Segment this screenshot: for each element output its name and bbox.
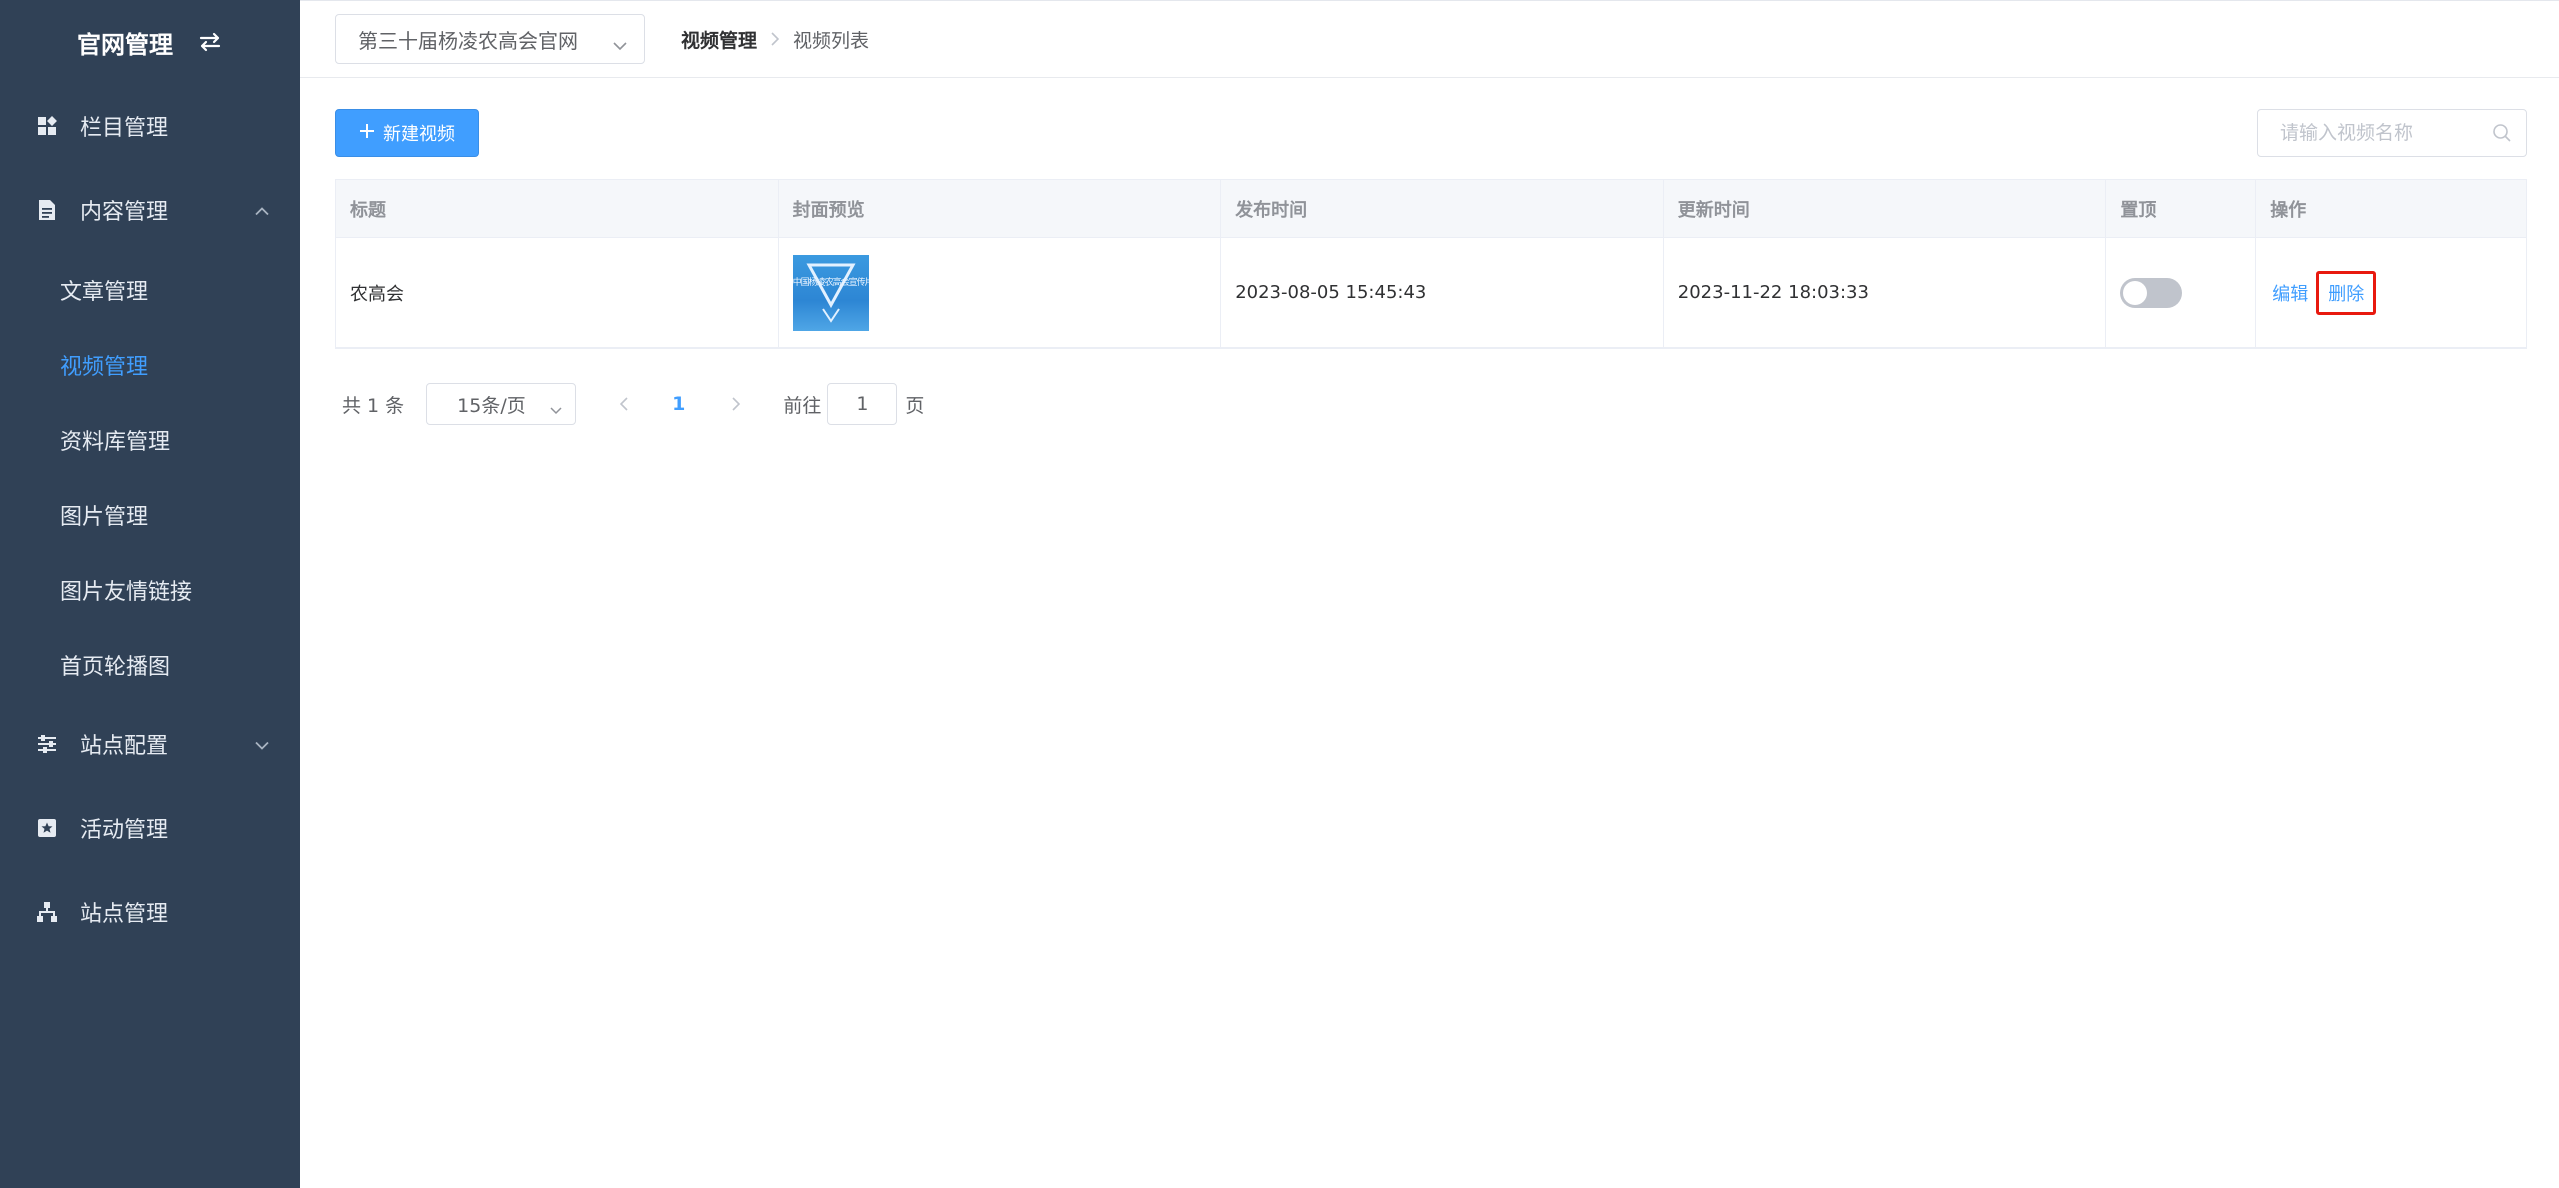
sidebar-item-library[interactable]: 资料库管理	[0, 402, 300, 477]
pinned-cell	[2106, 238, 2257, 347]
new-video-button[interactable]: 新建视频	[335, 109, 479, 157]
site-select[interactable]: 第三十届杨凌农高会官网	[335, 14, 645, 64]
sidebar-item-label: 内容管理	[80, 200, 169, 225]
sidebar-item-site-management[interactable]: 站点管理	[0, 870, 300, 954]
page-number[interactable]: 1	[672, 393, 685, 415]
goto-page-input[interactable]	[827, 383, 898, 425]
sidebar-item-label: 活动管理	[80, 818, 169, 843]
column-header: 封面预览	[779, 180, 1222, 237]
sidebar-item-articles[interactable]: 文章管理	[0, 252, 300, 327]
delete-highlight: 删除	[2316, 270, 2377, 315]
column-header: 标题	[336, 180, 779, 237]
search-box[interactable]	[2257, 109, 2527, 157]
sidebar-item-column-management[interactable]: 栏目管理	[0, 84, 300, 168]
search-icon[interactable]	[2492, 123, 2512, 147]
search-input[interactable]	[2280, 110, 2480, 156]
cover-thumbnail[interactable]: 中国杨凌农高会宣传片	[792, 254, 869, 331]
sidebar-item-images[interactable]: 图片管理	[0, 477, 300, 552]
updated-time-cell: 2023-11-22 18:03:33	[1664, 238, 2107, 347]
edit-link[interactable]: 编辑	[2272, 280, 2308, 306]
switch-icon[interactable]	[197, 31, 223, 53]
published-time-cell: 2023-08-05 15:45:43	[1221, 238, 1664, 347]
column-header: 操作	[2270, 199, 2307, 221]
plus-icon	[359, 123, 375, 144]
chevron-right-icon	[771, 32, 780, 46]
sidebar-item-carousel[interactable]: 首页轮播图	[0, 627, 300, 702]
breadcrumb-video-list: 视频列表	[793, 29, 870, 52]
sliders-icon	[36, 733, 58, 755]
prev-page-icon[interactable]	[614, 397, 634, 411]
column-header: 发布时间	[1221, 180, 1664, 237]
pin-toggle[interactable]	[2120, 277, 2183, 308]
sidebar-item-activity-management[interactable]: 活动管理	[0, 786, 300, 870]
sidebar-item-image-links[interactable]: 图片友情链接	[0, 552, 300, 627]
cover-preview-cell: 中国杨凌农高会宣传片	[779, 238, 1222, 347]
breadcrumb-video-management[interactable]: 视频管理	[681, 26, 757, 53]
table-row: 农高会 中国杨凌农高会宣传片 2023-08-05 15:45:43 2023-…	[336, 238, 2526, 348]
column-header: 更新时间	[1664, 180, 2107, 237]
top-bar: 第三十届杨凌农高会官网 视频管理 视频列表	[300, 0, 2559, 78]
page-size-select[interactable]: 15条/页	[426, 383, 577, 425]
video-table: 标题 封面预览 发布时间 更新时间 置顶 操作 农高会 中国杨凌农高会宣传片 2…	[335, 179, 2527, 349]
page-size-value: 15条/页	[457, 394, 526, 417]
document-icon	[36, 199, 58, 221]
sidebar-item-site-config[interactable]: 站点配置	[0, 702, 300, 786]
sidebar-item-videos[interactable]: 视频管理	[0, 327, 300, 402]
breadcrumb: 视频管理 视频列表	[681, 26, 869, 53]
delete-link[interactable]: 删除	[2328, 280, 2364, 306]
goto-label: 前往	[783, 394, 822, 417]
pagination: 共 1 条 15条/页 1 前往 页	[342, 382, 924, 426]
sidebar: 官网管理 栏目管理 内容管理 文章管理 视频管理 资料库管理 图片管理 图片友情…	[0, 0, 300, 1188]
video-title-cell: 农高会	[336, 238, 779, 347]
chevron-down-icon	[549, 398, 563, 420]
sitemap-icon	[36, 901, 58, 923]
toggle-knob	[2123, 280, 2148, 305]
table-header: 标题 封面预览 发布时间 更新时间 置顶 操作	[336, 180, 2526, 238]
cover-caption: 中国杨凌农高会宣传片	[792, 277, 869, 288]
next-page-icon[interactable]	[725, 397, 745, 411]
sidebar-title: 官网管理	[77, 30, 173, 59]
goto-suffix: 页	[905, 394, 925, 417]
sidebar-header: 官网管理	[0, 0, 300, 84]
chevron-down-icon	[254, 732, 270, 757]
grid-icon	[36, 115, 58, 137]
sidebar-item-content-management[interactable]: 内容管理	[0, 168, 300, 252]
sidebar-item-label: 站点配置	[80, 734, 169, 759]
actions-cell: 编辑 删除	[2256, 238, 2526, 347]
new-video-label: 新建视频	[383, 124, 455, 145]
sidebar-item-label: 栏目管理	[80, 116, 169, 141]
star-box-icon	[36, 817, 58, 839]
column-header: 置顶	[2106, 180, 2257, 237]
chevron-up-icon	[254, 198, 270, 223]
total-count: 共 1 条	[342, 394, 405, 417]
chevron-down-icon	[612, 32, 628, 56]
site-select-value: 第三十届杨凌农高会官网	[358, 28, 578, 53]
sidebar-item-label: 站点管理	[80, 902, 169, 927]
